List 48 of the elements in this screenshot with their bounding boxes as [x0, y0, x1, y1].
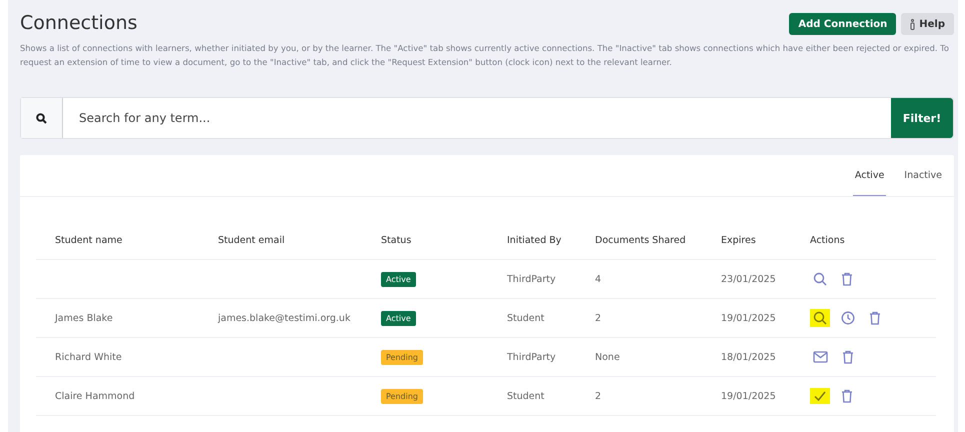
- tab[interactable]: Inactive: [902, 155, 944, 196]
- search-icon: [813, 272, 827, 286]
- search-icon: [36, 112, 47, 124]
- table-cell: 19/01/2025: [721, 312, 776, 324]
- column-header: Initiated By: [507, 234, 562, 246]
- search-button[interactable]: [810, 309, 830, 327]
- column-header: Expires: [721, 234, 756, 246]
- table-cell: Richard White: [55, 352, 122, 362]
- add-connection-button[interactable]: Add Connection: [789, 13, 896, 35]
- trash-icon: [841, 389, 853, 403]
- trash-icon: [842, 350, 854, 364]
- filter-button[interactable]: Filter!: [891, 98, 953, 138]
- info-icon: [910, 18, 916, 30]
- check-button[interactable]: [810, 388, 830, 404]
- status-badge: Pending: [381, 350, 423, 364]
- search-icon: [813, 311, 827, 325]
- envelope-icon: [813, 351, 828, 363]
- table-cell: Claire Hammond: [55, 390, 135, 402]
- column-header: Student name: [55, 234, 122, 246]
- table-cell: 23/01/2025: [721, 274, 776, 284]
- table-cell: Student: [507, 390, 544, 402]
- table-cell: James Blake: [55, 312, 113, 324]
- table-cell: 18/01/2025: [721, 352, 776, 362]
- table-cell: ThirdParty: [507, 352, 556, 362]
- table-cell: 2: [595, 312, 602, 324]
- column-header: Status: [381, 234, 412, 246]
- page-title: Connections: [20, 12, 138, 34]
- description-text: Shows a list of connections with learners, whether initiated by you, or by the learner. The "Active" tab shows currently active connections. The "Inactive" tab shows connections which have either been rejected or expired. To request an extension of time to view a document, go to the "Inactive" tab, and click the "Request Extension" button (clock icon) next to the relevant learner.: [20, 42, 950, 69]
- status-badge: Active: [381, 310, 416, 326]
- help-button[interactable]: Help: [901, 13, 954, 35]
- table-cell: Student: [507, 312, 544, 324]
- status-badge: Pending: [381, 388, 423, 404]
- clock-icon: [841, 311, 855, 325]
- table-cell: None: [595, 352, 620, 362]
- table-cell: 4: [595, 274, 602, 284]
- trash-icon: [841, 272, 853, 286]
- table-cell: 19/01/2025: [721, 390, 776, 402]
- table-cell: james.blake@testimi.org.uk: [218, 312, 350, 324]
- tab[interactable]: Active: [852, 155, 886, 196]
- table-cell: 2: [595, 390, 602, 402]
- column-header: Documents Shared: [595, 234, 686, 246]
- status-badge: Active: [381, 272, 416, 286]
- check-icon: [813, 390, 827, 402]
- trash-icon: [869, 311, 881, 325]
- table-cell: ThirdParty: [507, 274, 556, 284]
- search-field[interactable]: Search for any term... Filter!: [20, 97, 954, 139]
- column-header: Student email: [218, 234, 285, 246]
- column-header: Actions: [810, 234, 845, 246]
